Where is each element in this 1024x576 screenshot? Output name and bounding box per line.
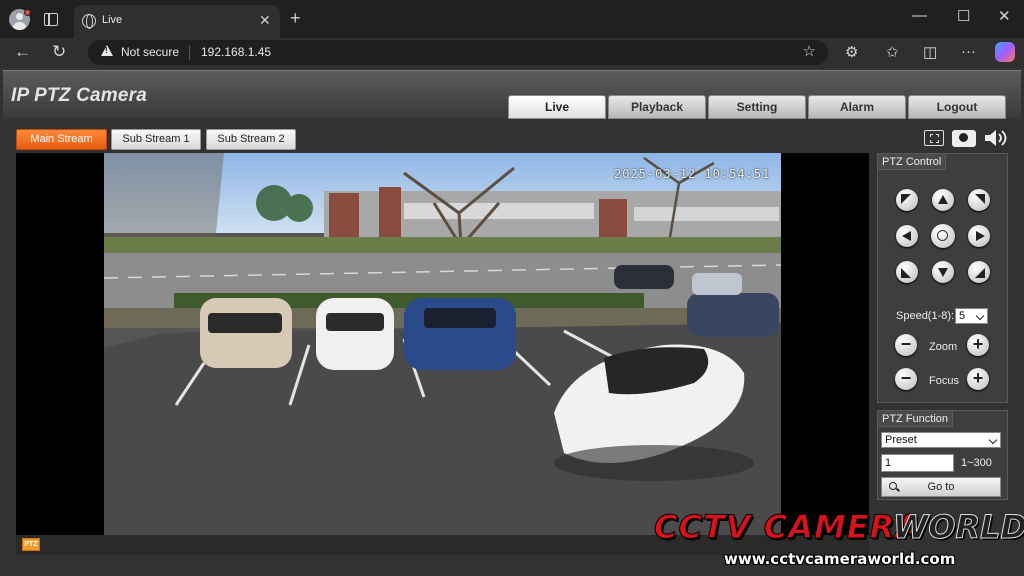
live-video-feed[interactable]: 2025-03-12 10:54:51 xyxy=(104,153,781,535)
refresh-icon[interactable]: ↻ xyxy=(52,42,66,62)
ptz-left-button[interactable] xyxy=(896,225,918,247)
collections-icon[interactable]: ◫ xyxy=(923,43,937,61)
ptz-function-title: PTZ Function xyxy=(878,411,954,427)
maximize-button[interactable]: ☐ xyxy=(957,7,970,25)
preset-range-label: 1~300 xyxy=(961,457,992,469)
url-text[interactable]: 192.168.1.45 xyxy=(201,45,271,59)
ptz-right-button[interactable] xyxy=(968,225,990,247)
video-viewport[interactable]: 2025-03-12 10:54:51 xyxy=(16,153,869,535)
ptz-up-left-button[interactable] xyxy=(896,189,918,211)
camera-web-app: IP PTZ Camera Live Playback Setting Alar… xyxy=(0,68,1024,576)
minimize-button[interactable]: — xyxy=(912,7,927,24)
extensions-icon[interactable]: ⚙ xyxy=(845,43,858,61)
search-icon xyxy=(889,482,897,490)
ptz-function-panel: PTZ Function Preset 1 1~300 Go to xyxy=(877,410,1008,500)
ptz-down-right-button[interactable] xyxy=(968,261,990,283)
ptz-down-button[interactable] xyxy=(932,261,954,283)
speed-label: Speed(1-8): xyxy=(896,310,955,322)
warning-icon[interactable] xyxy=(101,45,113,56)
speed-select[interactable]: 5 xyxy=(955,308,988,324)
ptz-up-right-button[interactable] xyxy=(968,189,990,211)
ptz-up-button[interactable] xyxy=(932,189,954,211)
address-bar[interactable]: Not secure 192.168.1.45 ☆ xyxy=(88,40,828,65)
watermark-url: www.cctvcameraworld.com xyxy=(724,550,956,568)
app-header: IP PTZ Camera Live Playback Setting Alar… xyxy=(3,70,1021,119)
watermark-brand: CCTV CAMERA xyxy=(653,508,922,547)
ptz-control-title: PTZ Control xyxy=(878,154,947,170)
focus-in-button[interactable]: + xyxy=(967,368,989,390)
video-timestamp: 2025-03-12 10:54:51 xyxy=(614,167,771,181)
ptz-center-icon[interactable] xyxy=(931,224,955,248)
close-window-button[interactable]: ✕ xyxy=(998,7,1011,25)
nav-tab-setting[interactable]: Setting xyxy=(708,95,806,119)
browser-tab-bar: Live ✕ + — ☐ ✕ xyxy=(0,0,1024,38)
browser-tab-live[interactable]: Live ✕ xyxy=(74,5,280,38)
nav-tab-live[interactable]: Live xyxy=(508,95,606,119)
divider xyxy=(189,45,190,60)
favorites-icon[interactable]: ✩ xyxy=(886,43,899,61)
preset-number-input[interactable]: 1 xyxy=(881,454,954,472)
sub-stream-1-button[interactable]: Sub Stream 1 xyxy=(111,129,201,150)
goto-button[interactable]: Go to xyxy=(881,477,1001,497)
tab-title: Live xyxy=(102,14,123,26)
nav-tab-logout[interactable]: Logout xyxy=(908,95,1006,119)
not-secure-label[interactable]: Not secure xyxy=(121,45,179,59)
ptz-toggle-icon[interactable]: PTZ xyxy=(22,538,40,551)
zoom-label: Zoom xyxy=(929,341,958,353)
parking-lot-scene xyxy=(104,153,781,535)
audio-icon[interactable] xyxy=(983,128,1009,148)
watermark-brand-world: WORLD xyxy=(892,508,1024,547)
globe-icon xyxy=(82,14,96,29)
focus-label: Focus xyxy=(929,375,959,387)
tab-close-icon[interactable]: ✕ xyxy=(259,12,271,29)
sub-stream-2-button[interactable]: Sub Stream 2 xyxy=(206,129,296,150)
fullscreen-icon[interactable] xyxy=(924,130,944,146)
app-title: IP PTZ Camera xyxy=(11,85,147,106)
snapshot-icon[interactable] xyxy=(952,130,976,147)
address-bar-row: ← ↻ Not secure 192.168.1.45 ☆ ⚙ ✩ ◫ ··· xyxy=(0,38,1024,68)
new-tab-button[interactable]: + xyxy=(290,9,301,27)
notification-dot xyxy=(24,9,31,16)
tab-actions-icon[interactable] xyxy=(44,13,58,26)
main-stream-button[interactable]: Main Stream xyxy=(16,129,107,150)
star-icon[interactable]: ☆ xyxy=(803,42,816,60)
ptz-down-left-button[interactable] xyxy=(896,261,918,283)
zoom-in-button[interactable]: + xyxy=(967,334,989,356)
more-icon[interactable]: ··· xyxy=(961,43,976,60)
goto-label: Go to xyxy=(927,481,955,493)
focus-out-button[interactable]: − xyxy=(895,368,917,390)
ptz-function-select[interactable]: Preset xyxy=(881,432,1001,448)
nav-tab-alarm[interactable]: Alarm xyxy=(808,95,906,119)
zoom-out-button[interactable]: − xyxy=(895,334,917,356)
nav-tab-playback[interactable]: Playback xyxy=(608,95,706,119)
back-icon[interactable]: ← xyxy=(14,42,31,62)
ptz-control-panel: PTZ Control Speed(1-8): 5 − Zoom + − Foc… xyxy=(877,153,1008,403)
copilot-icon[interactable] xyxy=(995,42,1015,62)
